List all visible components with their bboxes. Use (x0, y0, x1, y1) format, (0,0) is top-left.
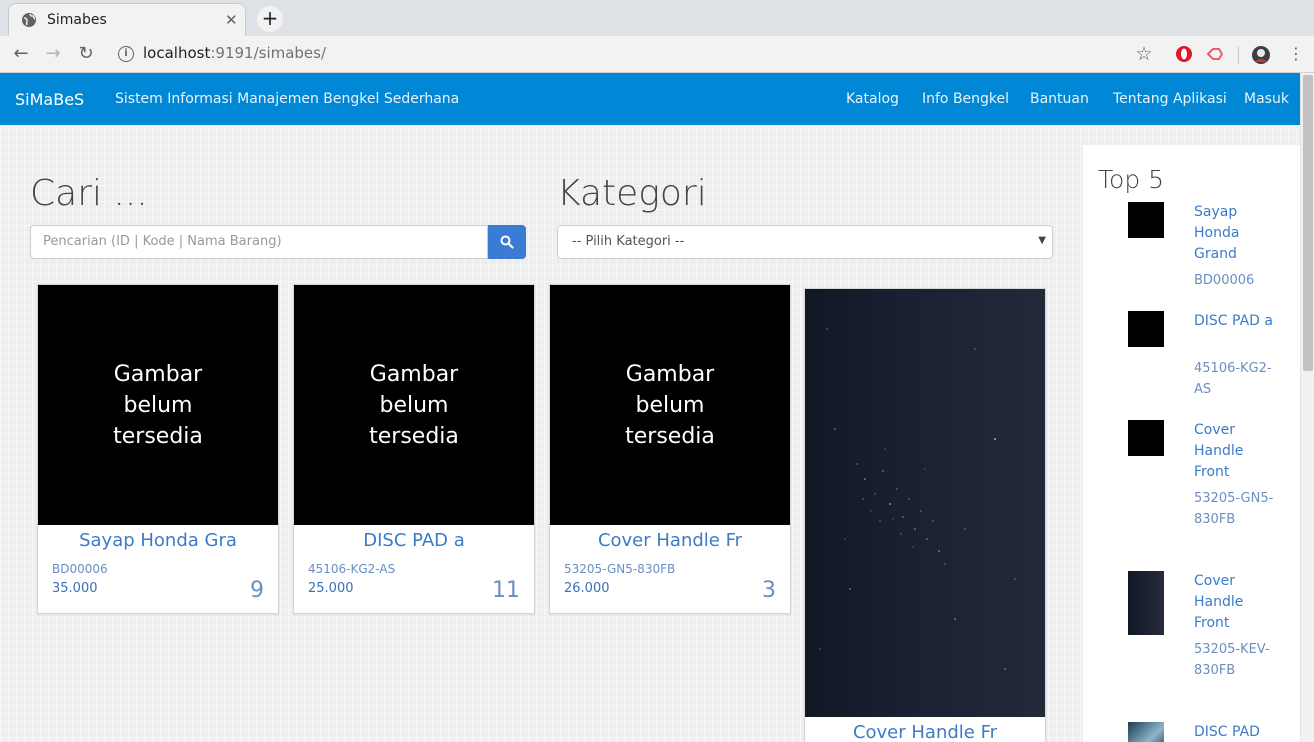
top5-item-code: 45106-KG2-AS (1194, 361, 1272, 397)
url-path: :9191/simabes/ (210, 44, 327, 62)
new-tab-button[interactable]: + (257, 6, 283, 32)
site-navbar: SiMaBeS Sistem Informasi Manajemen Bengk… (0, 73, 1300, 125)
search-icon (500, 235, 514, 249)
product-price: 25.000 (308, 581, 354, 596)
tab-title: Simabes (47, 12, 107, 28)
page-viewport: SiMaBeS Sistem Informasi Manajemen Bengk… (0, 73, 1300, 742)
product-code: 45106-KG2-AS (308, 562, 396, 576)
product-stock: 3 (762, 578, 776, 603)
top5-thumbnail (1128, 311, 1164, 347)
site-tagline: Sistem Informasi Manajemen Bengkel Seder… (115, 91, 460, 107)
product-price: 35.000 (52, 581, 98, 596)
top5-thumbnail (1128, 722, 1164, 742)
product-image-placeholder: Gambar belum tersedia (38, 285, 278, 525)
product-card[interactable]: Gambar belum tersedia Cover Handle Fr 53… (549, 284, 791, 614)
site-info-icon[interactable]: i (118, 46, 134, 62)
opera-icon[interactable] (1175, 45, 1193, 63)
browser-tab[interactable]: Simabes ✕ (8, 3, 246, 36)
page-scrollbar[interactable] (1300, 73, 1314, 742)
product-card[interactable]: Cover Handle Fr (804, 288, 1046, 742)
browser-tab-strip: Simabes ✕ + (0, 0, 1314, 36)
top5-item-name[interactable]: Sayap Honda Grand (1194, 202, 1274, 265)
scrollbar-thumb[interactable] (1303, 75, 1313, 371)
product-price: 26.000 (564, 581, 610, 596)
bookmark-star-icon[interactable]: ☆ (1133, 43, 1155, 65)
product-title[interactable]: Cover Handle Fr (550, 530, 790, 551)
search-button[interactable] (488, 225, 526, 259)
top5-item-name[interactable]: DISC PAD a (1194, 311, 1274, 332)
product-image-placeholder: Gambar belum tersedia (294, 285, 534, 525)
category-heading: Kategori (557, 173, 707, 214)
top5-item-name[interactable]: Cover Handle Front (1194, 571, 1274, 634)
starfield-image (819, 328, 1016, 670)
product-stock: 11 (492, 578, 520, 603)
address-bar[interactable]: localhost:9191/simabes/ (143, 44, 326, 62)
product-title[interactable]: DISC PAD a (294, 530, 534, 551)
top5-thumbnail (1128, 420, 1164, 456)
top5-item-code: BD00006 (1194, 273, 1255, 288)
top5-item-name[interactable]: DISC PAD (1194, 722, 1274, 742)
toolbar-divider (1238, 46, 1239, 64)
category-selected-value: -- Pilih Kategori -- (572, 234, 685, 249)
top5-heading: Top 5 (1098, 165, 1165, 194)
nav-bantuan[interactable]: Bantuan (1030, 91, 1089, 107)
top5-item-code: 53205-GN5-830FB (1194, 491, 1274, 527)
profile-avatar-icon[interactable] (1251, 45, 1271, 65)
url-host: localhost (143, 44, 211, 62)
brand-logo[interactable]: SiMaBeS (15, 90, 84, 109)
top5-thumbnail (1128, 202, 1164, 238)
globe-icon (22, 13, 36, 27)
forward-arrow-icon[interactable]: → (42, 43, 64, 65)
nav-masuk[interactable]: Masuk (1244, 91, 1289, 107)
category-select[interactable]: -- Pilih Kategori -- ▼ (557, 225, 1053, 259)
product-card[interactable]: Gambar belum tersedia Sayap Honda Gra BD… (37, 284, 279, 614)
product-card[interactable]: Gambar belum tersedia DISC PAD a 45106-K… (293, 284, 535, 614)
back-arrow-icon[interactable]: ← (10, 43, 32, 65)
product-title[interactable]: Sayap Honda Gra (38, 530, 278, 551)
search-heading: Cari ... (30, 173, 148, 214)
dropdown-caret-icon: ▼ (1038, 235, 1046, 246)
reload-icon[interactable]: ↻ (75, 43, 97, 65)
nav-katalog[interactable]: Katalog (846, 91, 899, 107)
top5-panel: Top 5 Sayap Honda Grand BD00006 DISC PAD… (1083, 145, 1300, 742)
nav-tentang-aplikasi[interactable]: Tentang Aplikasi (1113, 91, 1227, 107)
product-code: BD00006 (52, 562, 108, 576)
menu-kebab-icon[interactable]: ⋮ (1285, 43, 1307, 65)
product-stock: 9 (250, 578, 264, 603)
product-title[interactable]: Cover Handle Fr (805, 722, 1045, 742)
top5-thumbnail (1128, 571, 1164, 635)
top5-item-name[interactable]: Cover Handle Front (1194, 420, 1274, 483)
product-code: 53205-GN5-830FB (564, 562, 676, 576)
extension-icon[interactable] (1206, 45, 1224, 63)
nav-info-bengkel[interactable]: Info Bengkel (922, 91, 1009, 107)
search-input[interactable]: Pencarian (ID | Kode | Nama Barang) (30, 225, 488, 259)
browser-toolbar: ← → ↻ i localhost:9191/simabes/ ☆ ⋮ (0, 36, 1314, 73)
tab-close-icon[interactable]: ✕ (225, 11, 238, 29)
top5-item-code: 53205-KEV-830FB (1194, 642, 1270, 678)
product-image-placeholder: Gambar belum tersedia (550, 285, 790, 525)
product-photo (805, 289, 1045, 717)
